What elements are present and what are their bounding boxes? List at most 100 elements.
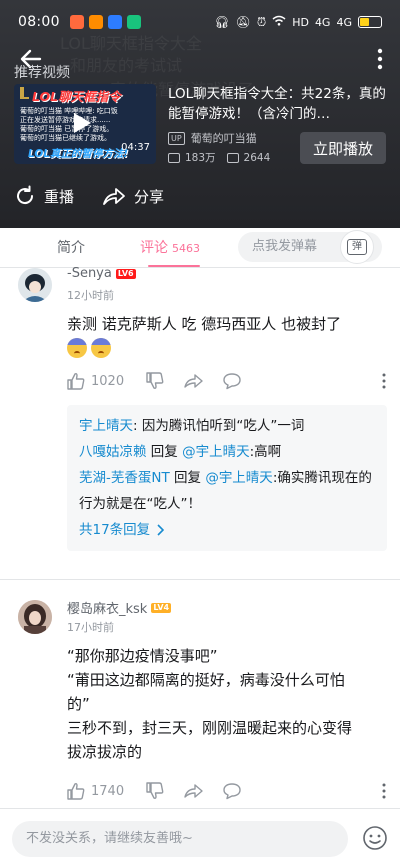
player-actions: 重播 分享 bbox=[14, 184, 192, 208]
wifi-icon bbox=[272, 15, 286, 29]
lol-logo-icon bbox=[20, 87, 29, 99]
video-title[interactable]: LOL聊天框指令大全：共22条，真的能暂停游戏！（含冷门的… bbox=[168, 84, 388, 124]
share-button[interactable]: 分享 bbox=[102, 185, 164, 207]
comment-username-row[interactable]: -Senya LV6 bbox=[67, 266, 136, 281]
weibo-app-icon bbox=[69, 15, 84, 29]
comment-username: 樱岛麻衣_ksk bbox=[67, 602, 148, 617]
play-count-icon bbox=[168, 152, 180, 163]
reply-item: 八嘎姑凉赖 回复 @宇上晴天:高啊 bbox=[79, 439, 375, 465]
comment-line: 的” bbox=[67, 695, 90, 713]
chevron-right-icon bbox=[157, 524, 165, 536]
up-badge: UP bbox=[168, 131, 185, 145]
avatar[interactable] bbox=[18, 600, 52, 634]
comment-username-row[interactable]: 樱岛麻衣_ksk LV4 bbox=[67, 598, 172, 617]
translate-app-icon bbox=[107, 15, 122, 29]
play-icon[interactable] bbox=[72, 112, 92, 134]
thumbs-up-icon bbox=[67, 783, 85, 800]
avatar-image bbox=[18, 600, 52, 634]
reply-button[interactable] bbox=[222, 782, 242, 800]
tab-comments[interactable]: 评论 5463 bbox=[140, 237, 200, 257]
emoji-icon[interactable] bbox=[362, 825, 388, 851]
reply-username[interactable]: 宇上晴天 bbox=[79, 418, 133, 434]
like-button[interactable]: 1020 bbox=[67, 372, 124, 390]
comment-line: 拔凉拔凉的 bbox=[67, 743, 143, 761]
scared-emoji-icon bbox=[67, 338, 87, 358]
video-duration: 04:37 bbox=[121, 142, 150, 153]
comment-bubble-icon bbox=[223, 373, 241, 390]
play-count: 183万 bbox=[185, 152, 216, 164]
signal-indicator-2: 4G bbox=[336, 15, 352, 29]
comment-emoji-row bbox=[67, 338, 111, 358]
comment-count: 5463 bbox=[172, 242, 200, 255]
hd-indicator: HD bbox=[292, 15, 309, 29]
comment-time: 12小时前 bbox=[67, 289, 114, 302]
thumbs-down-icon bbox=[146, 782, 164, 799]
signal-indicator-1: 4G bbox=[314, 15, 331, 29]
reply-preview-box[interactable]: 宇上晴天: 因为腾讯怕听到“吃人”一词 八嘎姑凉赖 回复 @宇上晴天:高啊 芜湖… bbox=[67, 405, 387, 551]
video-author[interactable]: UP 葡萄的叮当猫 bbox=[168, 130, 257, 146]
reply-text: 高啊 bbox=[254, 444, 282, 460]
comment-line: 三秒不到，封三天，刚刚温暖起来的心变得 bbox=[67, 719, 353, 737]
scared-emoji-icon bbox=[91, 338, 111, 358]
tab-comments-label: 评论 bbox=[140, 240, 168, 256]
video-header: LOL聊天框指令大全 和朋友的考试试 真的能暂停游戏没了 08:00 🎧︎ 🔕︎… bbox=[0, 0, 400, 228]
share-comment-button[interactable] bbox=[184, 782, 204, 800]
share-icon bbox=[103, 188, 125, 205]
reply-mention[interactable]: @宇上晴天 bbox=[205, 470, 273, 486]
reply-text: 因为腾讯怕听到“吃人”一词 bbox=[141, 418, 305, 434]
video-stats: 183万 2644 bbox=[168, 150, 270, 165]
notify-app-icon bbox=[88, 15, 103, 29]
active-tab-indicator bbox=[148, 265, 200, 267]
view-all-replies-link[interactable]: 共17条回复 bbox=[79, 517, 375, 543]
thumbnail-title: LOL聊天框指令 bbox=[32, 89, 121, 104]
tab-bar: 简介 评论 5463 点我发弹幕 弹 bbox=[0, 228, 400, 268]
reply-item: 宇上晴天: 因为腾讯怕听到“吃人”一词 bbox=[79, 413, 375, 439]
reply-username[interactable]: 八嘎姑凉赖 bbox=[79, 444, 147, 460]
reply-item: 芜湖-芜香蛋NT 回复 @宇上晴天:确实腾讯现在的行为就是在“吃人”！ bbox=[79, 465, 375, 517]
avatar[interactable] bbox=[18, 268, 52, 302]
reply-mention[interactable]: @宇上晴天 bbox=[182, 444, 250, 460]
comment-text: 亲测 诺克萨斯人 吃 德玛西亚人 也被封了 bbox=[67, 315, 342, 333]
thumbs-down-icon bbox=[146, 372, 164, 389]
comment-line: “莆田这边都隔离的挺好，病毒没什么可怕 bbox=[67, 671, 345, 689]
reply-word: 回复 bbox=[169, 470, 206, 486]
reply-separator: : bbox=[133, 418, 142, 434]
danmaku-count: 2644 bbox=[243, 151, 271, 164]
recommended-label: 推荐视频 bbox=[14, 65, 70, 81]
share-comment-button[interactable] bbox=[184, 372, 204, 390]
comment-line: “那你那边疫情没事吧” bbox=[67, 647, 218, 665]
play-now-button[interactable]: 立即播放 bbox=[300, 132, 386, 164]
comment-actions: 1740 bbox=[67, 781, 387, 801]
reply-word: 回复 bbox=[146, 444, 183, 460]
comment-input[interactable]: 不发没关系，请继续友善哦~ bbox=[12, 821, 348, 857]
more-options-icon[interactable] bbox=[376, 48, 384, 70]
danmaku-toggle-button[interactable]: 弹 bbox=[340, 230, 374, 264]
more-replies-label: 共17条回复 bbox=[79, 522, 151, 538]
tab-intro[interactable]: 简介 bbox=[57, 237, 85, 257]
mute-icon: 🔕︎ bbox=[235, 15, 251, 29]
status-time: 08:00 bbox=[18, 14, 60, 30]
dislike-button[interactable] bbox=[146, 782, 166, 800]
comment-divider bbox=[0, 579, 400, 580]
comment-more-icon[interactable] bbox=[381, 783, 387, 799]
share-label: 分享 bbox=[134, 187, 165, 206]
share-arrow-icon bbox=[184, 374, 203, 388]
comment-input-bar: 不发没关系，请继续友善哦~ bbox=[0, 808, 400, 866]
comment-bubble-icon bbox=[223, 783, 241, 800]
recommended-video-card[interactable]: LOL聊天框指令 葡萄的叮当猫 哔哩哔哩: 吃口饭 正在发送暂停游戏的请求...… bbox=[14, 84, 386, 168]
like-button[interactable]: 1740 bbox=[67, 782, 124, 800]
level-badge: LV6 bbox=[115, 268, 136, 279]
reply-username[interactable]: 芜湖-芜香蛋NT bbox=[79, 470, 170, 486]
level-badge: LV4 bbox=[151, 602, 172, 613]
replay-label: 重播 bbox=[44, 187, 75, 206]
background-text: 和朋友的考试试 bbox=[70, 56, 183, 75]
dislike-button[interactable] bbox=[146, 372, 166, 390]
reply-button[interactable] bbox=[222, 372, 242, 390]
video-thumbnail[interactable]: LOL聊天框指令 葡萄的叮当猫 哔哩哔哩: 吃口饭 正在发送暂停游戏的请求...… bbox=[14, 84, 156, 164]
thumbs-up-icon bbox=[67, 373, 85, 390]
comment-more-icon[interactable] bbox=[381, 373, 387, 389]
comment-username: -Senya bbox=[67, 266, 112, 281]
replay-button[interactable]: 重播 bbox=[14, 185, 74, 207]
comment-time: 17小时前 bbox=[67, 621, 114, 634]
alarm-icon: ⏰︎ bbox=[256, 14, 267, 29]
